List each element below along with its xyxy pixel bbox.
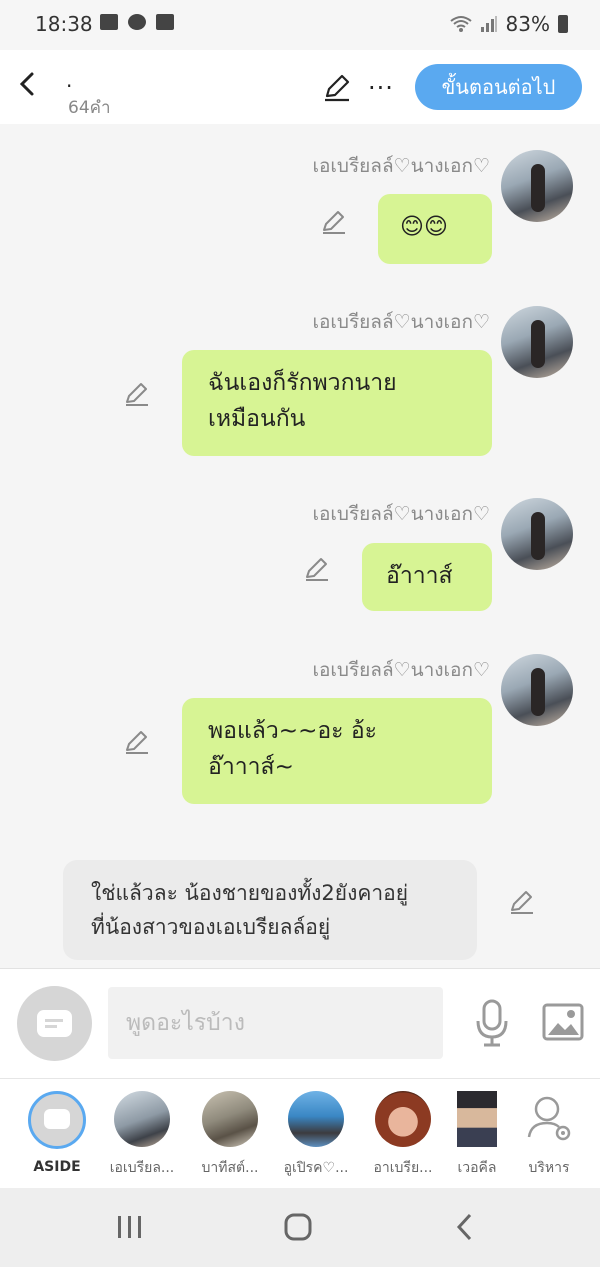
message-bubble[interactable]: อ๊าาาส์: [362, 543, 492, 611]
sender-name: เอเบรียลล์♡นางเอก♡: [312, 503, 491, 525]
status-time: 18:38: [35, 12, 93, 36]
character-label: อาเบรีย...: [373, 1160, 433, 1176]
edit-message-icon[interactable]: [123, 380, 151, 408]
character-label: เวอคีล: [457, 1160, 497, 1176]
character-aside[interactable]: ASIDE: [18, 1091, 96, 1175]
character-avatar: [288, 1091, 344, 1147]
character-label: เอเบรียล...: [109, 1160, 175, 1176]
narration-bubble[interactable]: ใช่แล้วละ น้องชายของทั้ง2ยังคาอยู่ ที่น้…: [63, 860, 477, 960]
manage-user-icon: [527, 1096, 571, 1141]
character-avatar: [114, 1091, 170, 1147]
message-line: พอแล้ว~~อะ อ้ะ: [208, 718, 377, 744]
recent-apps-icon[interactable]: [116, 1214, 144, 1240]
back-arrow-icon[interactable]: [14, 66, 42, 102]
character-selector: ASIDE เอเบรียล... บาทีสต์... อูเปิรค♡...…: [0, 1078, 600, 1188]
narration-line: ที่น้องสาวของเอเบรียลล์อยู่: [91, 915, 331, 939]
manage-characters[interactable]: บริหาร: [510, 1091, 588, 1179]
composer-bar: [0, 968, 600, 1078]
character-avatar: [375, 1091, 431, 1147]
more-options-icon[interactable]: ···: [368, 74, 394, 102]
wifi-icon: [449, 16, 472, 32]
message-bubble[interactable]: พอแล้ว~~อะ อ้ะ อ๊าาาส์~: [182, 698, 492, 804]
message-input[interactable]: [108, 987, 443, 1059]
sender-name: เอเบรียลล์♡นางเอก♡: [312, 311, 491, 333]
battery-icon: [558, 15, 568, 33]
character-item[interactable]: อาเบรีย...: [364, 1091, 442, 1179]
message-line: อ๊าาาส์: [386, 563, 453, 589]
edit-message-icon[interactable]: [123, 728, 151, 756]
character-item[interactable]: เวอคีล: [438, 1091, 516, 1179]
system-nav-bar: [0, 1188, 600, 1267]
character-label: ASIDE: [33, 1159, 81, 1175]
signal-icon: [480, 16, 497, 32]
narration-card-icon: [37, 1010, 72, 1037]
chat-notification-icon: [128, 14, 146, 30]
edit-message-icon[interactable]: [320, 208, 348, 236]
message-line: ฉันเองก็รักพวกนาย: [208, 370, 397, 396]
sender-name: เอเบรียลล์♡นางเอก♡: [312, 659, 491, 681]
character-item[interactable]: บาทีสต์...: [191, 1091, 269, 1179]
message-bubble[interactable]: 😊😊: [378, 194, 492, 264]
battery-percent: 83%: [505, 12, 550, 36]
edit-message-icon[interactable]: [303, 555, 331, 583]
story-title: .: [66, 68, 73, 92]
character-label: บริหาร: [528, 1160, 570, 1176]
image-upload-icon[interactable]: [542, 1003, 584, 1041]
character-avatar[interactable]: [501, 150, 573, 222]
message-line: อ๊าาาส์~: [208, 754, 294, 780]
character-label: บาทีสต์...: [201, 1160, 259, 1176]
character-avatar[interactable]: [501, 498, 573, 570]
sender-name: เอเบรียลล์♡นางเอก♡: [312, 155, 491, 177]
folder-notification-icon: [156, 14, 174, 30]
message-line: เหมือนกัน: [208, 406, 306, 432]
character-label: อูเปิรค♡...: [283, 1160, 349, 1176]
character-avatar[interactable]: [501, 654, 573, 726]
top-bar: . 64คำ ··· ขั้นตอนต่อไป: [0, 50, 600, 124]
word-count: 64คำ: [68, 98, 111, 118]
notification-icons: [100, 14, 174, 30]
message-line: 😊😊: [400, 214, 448, 240]
character-avatar: [457, 1091, 497, 1147]
edit-narration-icon[interactable]: [508, 888, 536, 916]
status-bar: 18:38 83%: [0, 0, 600, 50]
back-nav-icon[interactable]: [454, 1212, 476, 1242]
aside-avatar-icon: [28, 1091, 86, 1149]
microphone-icon[interactable]: [474, 999, 510, 1047]
character-item[interactable]: อูเปิรค♡...: [277, 1091, 355, 1179]
next-step-button[interactable]: ขั้นตอนต่อไป: [415, 64, 582, 110]
character-avatar[interactable]: [501, 306, 573, 378]
aside-toggle-button[interactable]: [17, 986, 92, 1061]
home-icon[interactable]: [283, 1212, 313, 1242]
character-avatar: [202, 1091, 258, 1147]
message-bubble[interactable]: ฉันเองก็รักพวกนาย เหมือนกัน: [182, 350, 492, 456]
gallery-notification-icon: [100, 14, 118, 30]
character-item[interactable]: เอเบรียล...: [103, 1091, 181, 1179]
narration-line: ใช่แล้วละ น้องชายของทั้ง2ยังคาอยู่: [91, 881, 409, 905]
edit-pencil-icon[interactable]: [322, 72, 352, 102]
